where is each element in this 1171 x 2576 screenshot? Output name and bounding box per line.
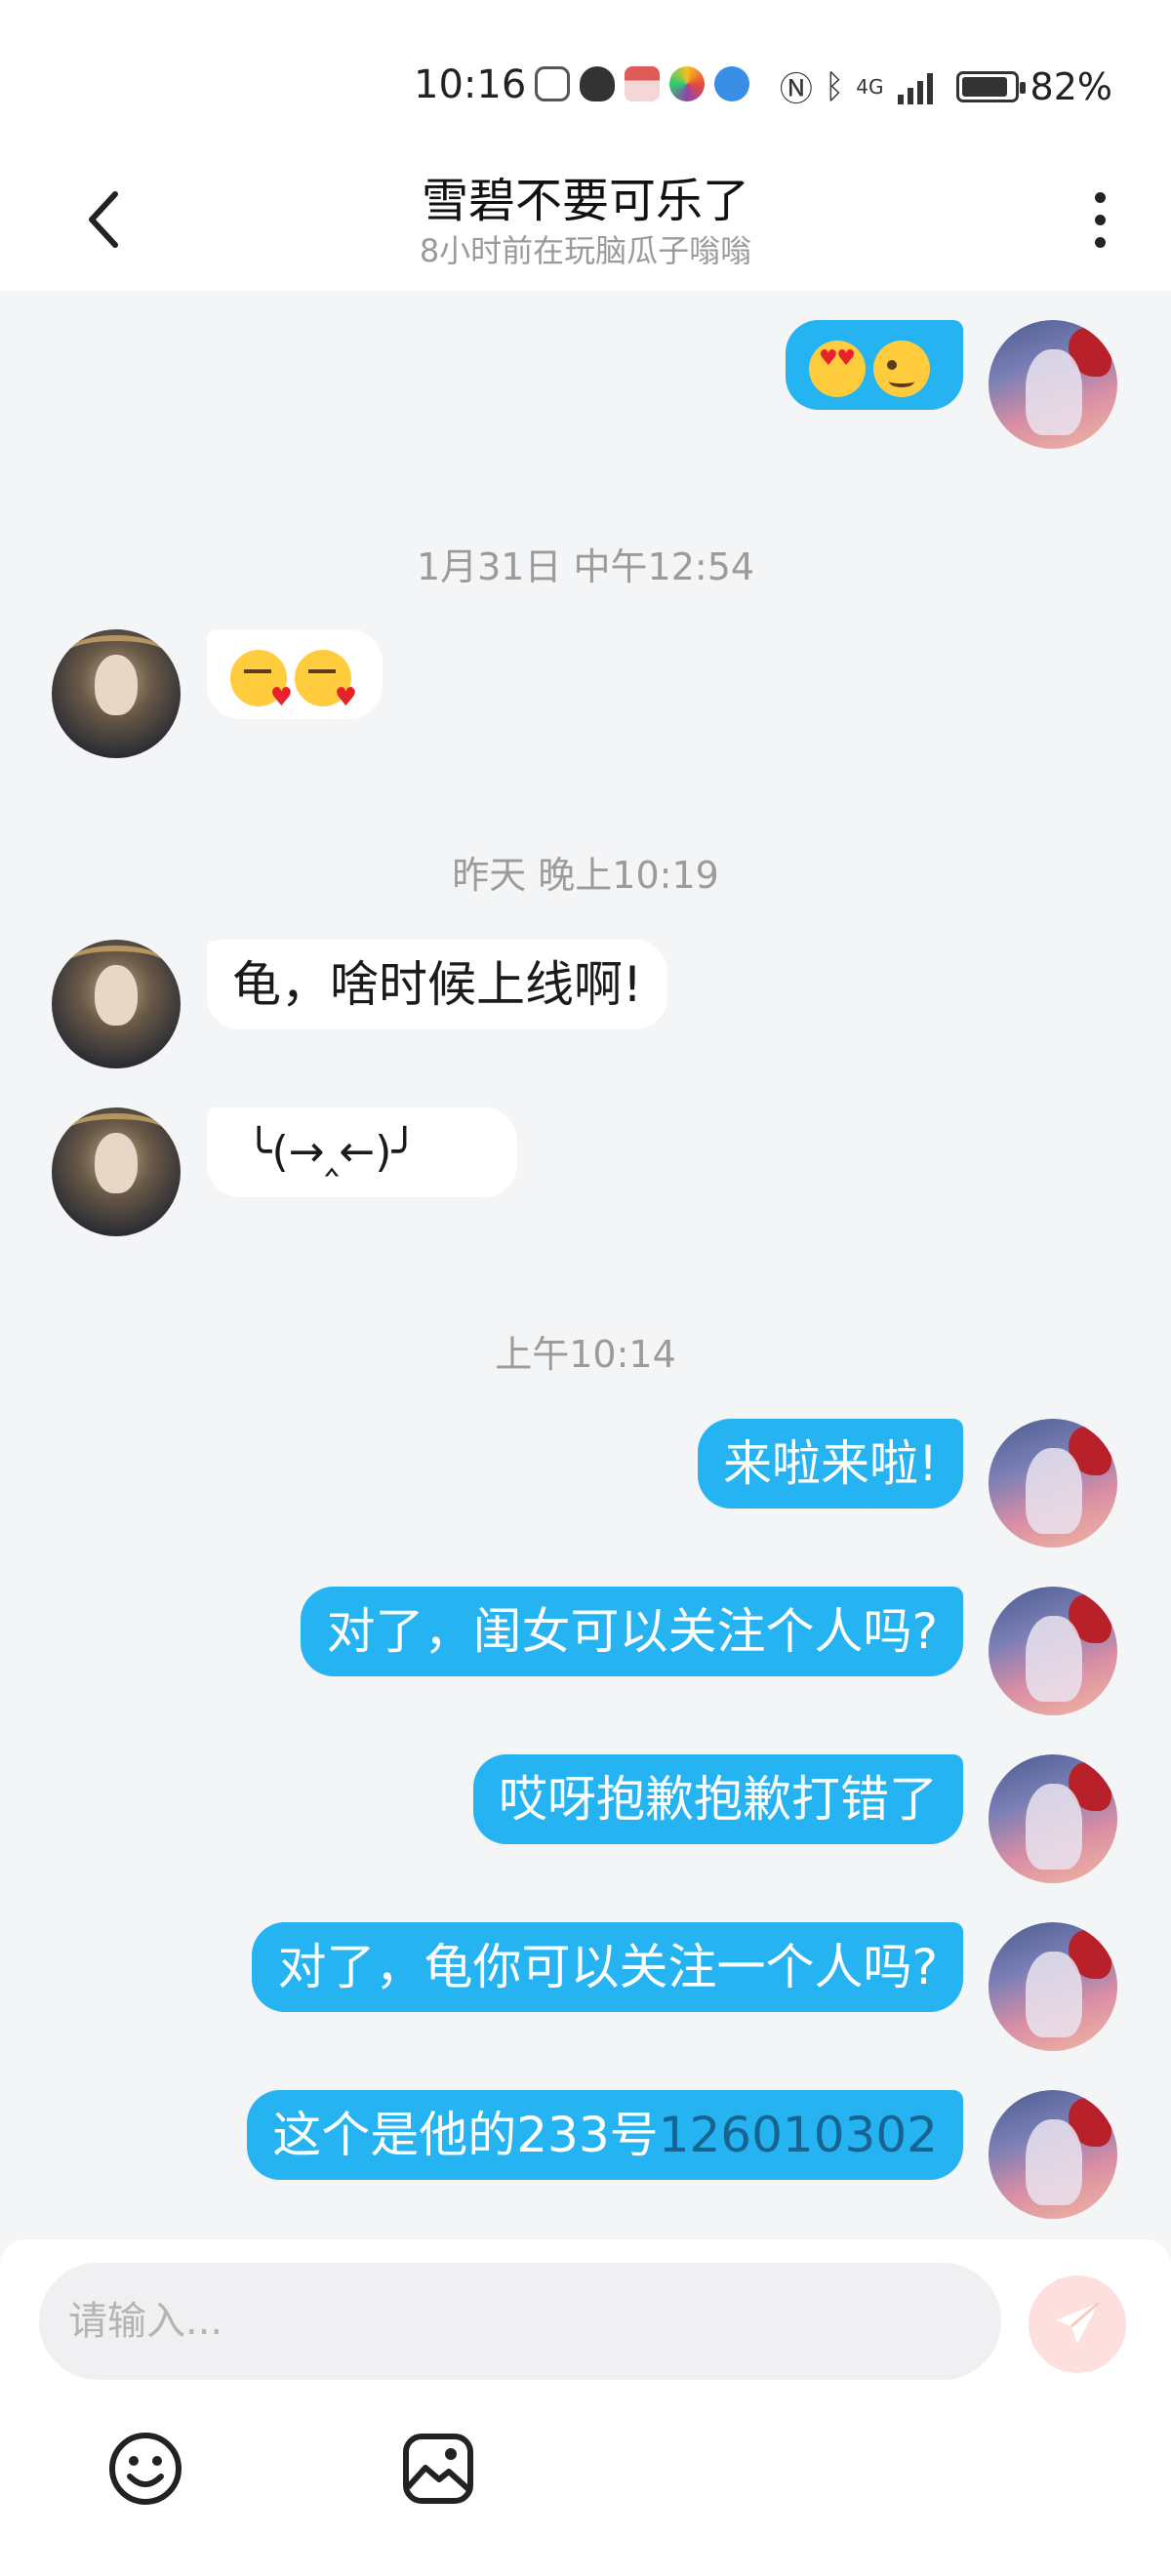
message-timestamp: 上午10:14: [495, 1333, 676, 1376]
message-bubble-incoming[interactable]: 龟，啥时候上线啊!: [207, 940, 668, 1029]
send-button[interactable]: [1029, 2275, 1126, 2373]
message-bubble-outgoing[interactable]: 对了，闺女可以关注个人吗?: [301, 1587, 963, 1676]
more-dot-icon: [1094, 214, 1106, 225]
message-bubble-outgoing[interactable]: 哎呀抱歉抱歉打错了: [473, 1754, 963, 1844]
status-bar: 10:16 Ⓝ ᛒ 4G 82%: [0, 0, 1171, 146]
nfc-icon: Ⓝ: [779, 70, 813, 109]
message-input[interactable]: [39, 2263, 1001, 2380]
qq-icon: [580, 66, 615, 101]
my-avatar[interactable]: [989, 320, 1117, 449]
emoji-button[interactable]: [101, 2425, 189, 2513]
cloud-icon: [535, 66, 570, 101]
user-id-link[interactable]: 126010302: [659, 2107, 938, 2163]
chat-header: 雪碧不要可乐了 8小时前在玩脑瓜子嗡嗡: [0, 146, 1171, 291]
my-avatar[interactable]: [989, 1754, 1117, 1883]
photos-app-icon: [669, 66, 705, 101]
paper-plane-icon: [1056, 2301, 1100, 2344]
notification-icons: [535, 66, 749, 101]
battery-icon: [955, 70, 1026, 102]
contact-avatar[interactable]: [52, 1107, 181, 1236]
message-bubble-outgoing[interactable]: 来啦来啦!: [697, 1419, 963, 1509]
calendar-app-icon: [625, 66, 660, 101]
message-bubble-outgoing[interactable]: 这个是他的233号126010302: [247, 2090, 963, 2180]
message-bubble-outgoing[interactable]: 对了，龟你可以关注一个人吗?: [252, 1922, 963, 2012]
contact-avatar[interactable]: [52, 940, 181, 1068]
more-dot-icon: [1094, 236, 1106, 248]
status-time: 10:16: [414, 62, 527, 107]
message-timestamp: 昨天 晚上10:19: [452, 854, 719, 897]
contact-status: 8小时前在玩脑瓜子嗡嗡: [419, 232, 752, 269]
wink-emoji-icon: [873, 340, 930, 397]
message-timestamp: 1月31日 中午12:54: [416, 545, 755, 588]
contact-name: 雪碧不要可乐了: [421, 174, 749, 228]
message-bubble-incoming[interactable]: [207, 629, 383, 719]
bluetooth-icon: ᛒ: [824, 66, 845, 106]
battery-percent: 82%: [1030, 64, 1112, 108]
smiley-icon: [109, 2433, 182, 2505]
kiss-emoji-icon: [295, 649, 357, 710]
contact-avatar[interactable]: [52, 629, 181, 758]
message-composer: [0, 2239, 1171, 2576]
browser-app-icon: [714, 66, 749, 101]
heart-eyes-emoji-icon: [809, 340, 866, 397]
my-avatar[interactable]: [989, 1922, 1117, 2051]
message-bubble-incoming[interactable]: ╰(→‸←)╯: [207, 1107, 517, 1197]
signal-icon: [897, 72, 933, 104]
kiss-emoji-icon: [230, 649, 293, 710]
system-status: Ⓝ ᛒ 4G 82%: [780, 62, 1112, 110]
my-avatar[interactable]: [989, 1419, 1117, 1548]
my-avatar[interactable]: [989, 2090, 1117, 2219]
image-icon: [403, 2434, 473, 2504]
more-options-button[interactable]: [1075, 185, 1124, 254]
message-text: 这个是他的233号: [272, 2107, 659, 2163]
network-type-label: 4G: [856, 74, 884, 99]
image-button[interactable]: [394, 2425, 482, 2513]
chat-screen: 10:16 Ⓝ ᛒ 4G 82% 雪碧不要可乐了 8小时前在玩脑瓜子嗡嗡 ♥ ♥…: [0, 0, 1171, 2576]
message-bubble-outgoing[interactable]: [786, 320, 963, 410]
more-dot-icon: [1094, 191, 1106, 203]
my-avatar[interactable]: [989, 1587, 1117, 1715]
